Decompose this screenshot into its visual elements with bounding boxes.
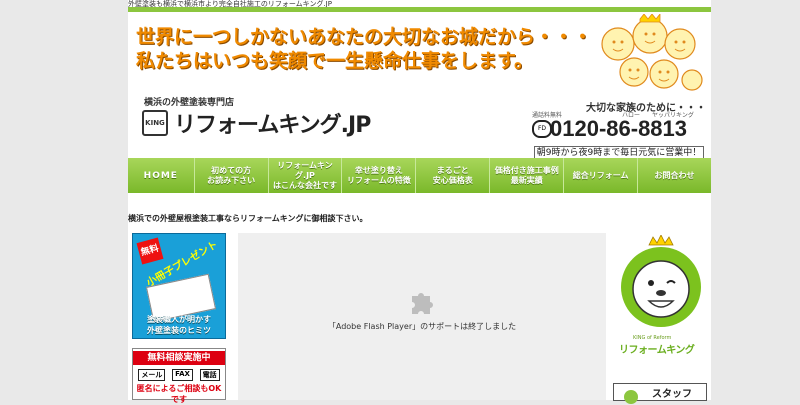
consult-methods: メール FAX 電話 (135, 369, 223, 381)
nav-features-label: 幸せ塗り替え リフォームの特徴 (347, 165, 411, 185)
nav-first-time[interactable]: 初めての方 お読み下さい (195, 158, 269, 193)
nav-price-list[interactable]: まるごと 安心価格表 (416, 158, 491, 193)
flash-placeholder[interactable]: 「Adobe Flash Player」のサポートは終了しました (238, 233, 606, 400)
lion-mascot-icon[interactable] (615, 235, 707, 339)
crown-logo-icon: KING (142, 110, 168, 136)
nav-contact[interactable]: お問合わせ (638, 158, 711, 193)
brand-logo-text: リフォームキング (619, 345, 695, 356)
site-logo[interactable]: KING リフォームキング.JP (142, 107, 371, 139)
nav-home-label: HOME (143, 170, 178, 181)
logo-text: リフォームキング.JP (174, 113, 371, 138)
free-consultation-banner[interactable]: 無料相談実施中 メール FAX 電話 匿名によるご相談もOKです (132, 348, 226, 404)
page-container: 外壁塗装も横浜で横浜市より完全自社施工のリフォームキング.JP 世界に一つしかな… (128, 0, 711, 404)
flash-unsupported-message: 「Adobe Flash Player」のサポートは終了しました (327, 322, 517, 331)
booklet-present-banner[interactable]: 無料 小冊子プレゼント 塗装職人が明かす 外壁塗装のヒミツ (132, 233, 226, 339)
staff-banner[interactable]: スタッフ (613, 383, 707, 404)
phone-number[interactable]: 0120-86-8813 (550, 116, 687, 142)
intro-text: 横浜での外壁屋根塗装工事ならリフォームキングに御相談下さい。 (128, 214, 368, 223)
right-sidebar: KING of Reform リフォームキング スタッフ (611, 233, 709, 404)
booklet-caption: 塗装職人が明かす 外壁塗装のヒミツ (147, 315, 211, 335)
consult-note: 匿名によるご相談もOKです (136, 384, 222, 404)
nav-about-company-label: リフォームキング.JP はこんな会社です (272, 160, 337, 190)
nav-case-studies[interactable]: 価格付き施工事例 最新実績 (490, 158, 565, 193)
nav-price-list-label: まるごと 安心価格表 (432, 165, 473, 185)
nav-general-reform-label: 総合リフォーム (572, 170, 629, 180)
consult-tag-fax: FAX (172, 369, 193, 381)
nav-case-studies-label: 価格付き施工事例 最新実績 (494, 165, 559, 185)
staff-label: スタッフ (652, 389, 692, 400)
consult-tag-phone: 電話 (199, 369, 220, 381)
free-badge: 無料 (136, 237, 164, 265)
consult-tag-mail: メール (138, 369, 166, 381)
nav-about-company[interactable]: リフォームキング.JP はこんな会社です (269, 158, 343, 193)
nav-contact-label: お問合わせ (654, 170, 695, 180)
freedial-icon: FD (532, 120, 552, 138)
nav-features[interactable]: 幸せ塗り替え リフォームの特徴 (342, 158, 417, 193)
slogan-line-1: 世界に一つしかないあなたの大切なお城だから・・・ (136, 26, 593, 48)
nav-home[interactable]: HOME (128, 158, 195, 193)
left-sidebar: 無料 小冊子プレゼント 塗装職人が明かす 外壁塗装のヒミツ 無料相談実施中 メール… (132, 233, 226, 404)
main-navigation: HOME 初めての方 お読み下さい リフォームキング.JP はこんな会社です 幸せ塗… (128, 158, 711, 193)
nav-first-time-label: 初めての方 お読み下さい (207, 165, 256, 185)
mascot-family-illustration (601, 14, 703, 91)
nav-general-reform[interactable]: 総合リフォーム (564, 158, 639, 193)
consult-title: 無料相談実施中 (133, 351, 225, 365)
plugin-puzzle-icon (412, 293, 433, 314)
slogan-line-2: 私たちはいつも笑顔で一生懸命仕事をします。 (136, 50, 534, 72)
staff-avatar-icon (624, 390, 638, 404)
site-header: 世界に一つしかないあなたの大切なお城だから・・・ 私たちはいつも笑顔で一生懸命仕… (128, 12, 711, 160)
phone-block[interactable]: 通話料無料 ハロー ヤッパリキング FD 0120-86-8813 (532, 110, 708, 146)
